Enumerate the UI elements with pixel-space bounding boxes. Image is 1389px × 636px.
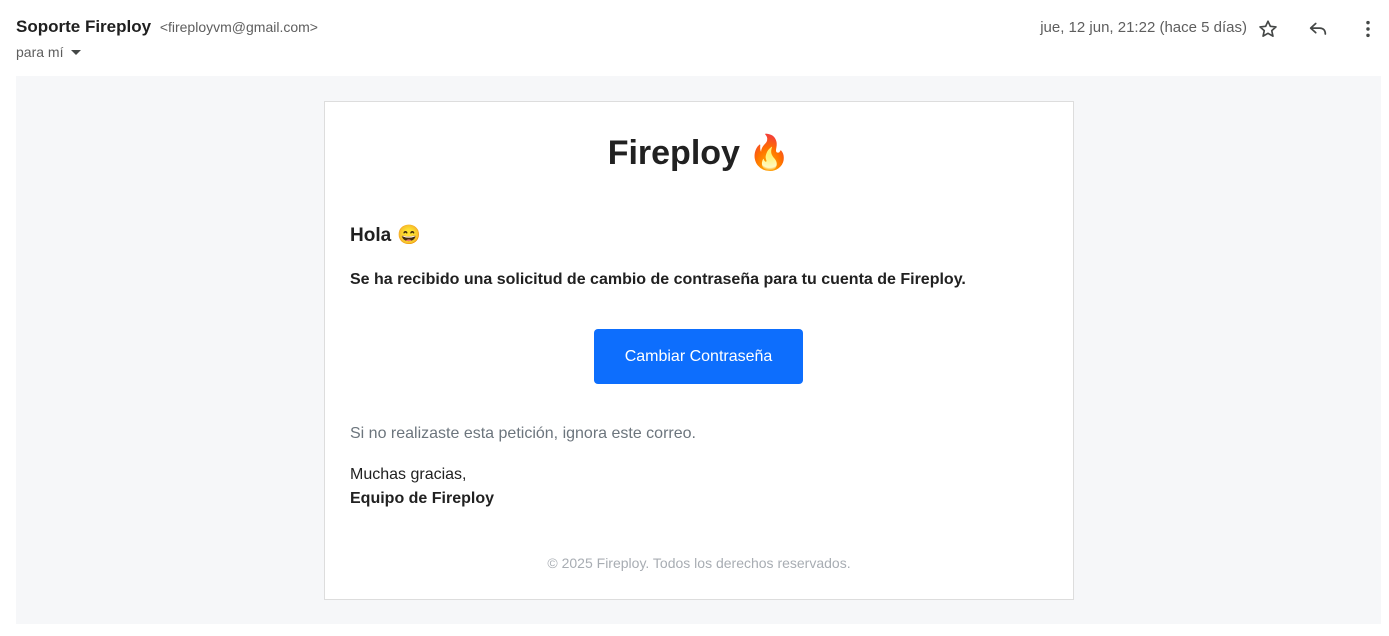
recipient-label: para mí	[16, 44, 64, 60]
email-header: Soporte Fireploy <fireployvm@gmail.com> …	[16, 0, 1389, 76]
star-button[interactable]	[1255, 16, 1281, 42]
email-card: Fireploy 🔥 Hola 😄 Se ha recibido una solic…	[324, 101, 1074, 600]
thanks-text: Muchas gracias,	[350, 466, 467, 483]
more-options-button[interactable]	[1355, 16, 1381, 42]
caret-down-icon	[71, 50, 82, 55]
recipient-toggle[interactable]: para mí	[16, 44, 82, 60]
greeting: Hola 😄	[350, 223, 421, 247]
sender-name[interactable]: Soporte Fireploy	[16, 17, 151, 36]
email-date: jue, 12 jun, 21:22 (hace 5 días)	[1040, 19, 1247, 36]
team-signature: Equipo de Fireploy	[350, 490, 495, 507]
fire-emoji-icon: 🔥	[747, 134, 791, 172]
more-vert-icon	[1366, 20, 1370, 38]
copyright-footer: © 2025 Fireploy. Todos los derechos rese…	[547, 555, 851, 571]
brand-name: Fireploy	[607, 134, 740, 172]
sender-line: Soporte Fireploy <fireployvm@gmail.com>	[16, 17, 318, 37]
greeting-text: Hola	[350, 225, 392, 246]
reply-icon	[1309, 22, 1327, 35]
change-password-button[interactable]: Cambiar Contraseña	[594, 329, 803, 384]
brand-title: Fireploy 🔥	[325, 133, 1073, 173]
sender-email: <fireployvm@gmail.com>	[159, 19, 318, 35]
star-icon	[1259, 20, 1277, 37]
request-message: Se ha recibido una solicitud de cambio d…	[350, 271, 966, 288]
email-body: Fireploy 🔥 Hola 😄 Se ha recibido una solic…	[16, 76, 1381, 624]
reply-button[interactable]	[1305, 16, 1331, 42]
smile-emoji-icon: 😄	[397, 225, 421, 246]
ignore-notice: Si no realizaste esta petición, ignora e…	[350, 425, 696, 442]
